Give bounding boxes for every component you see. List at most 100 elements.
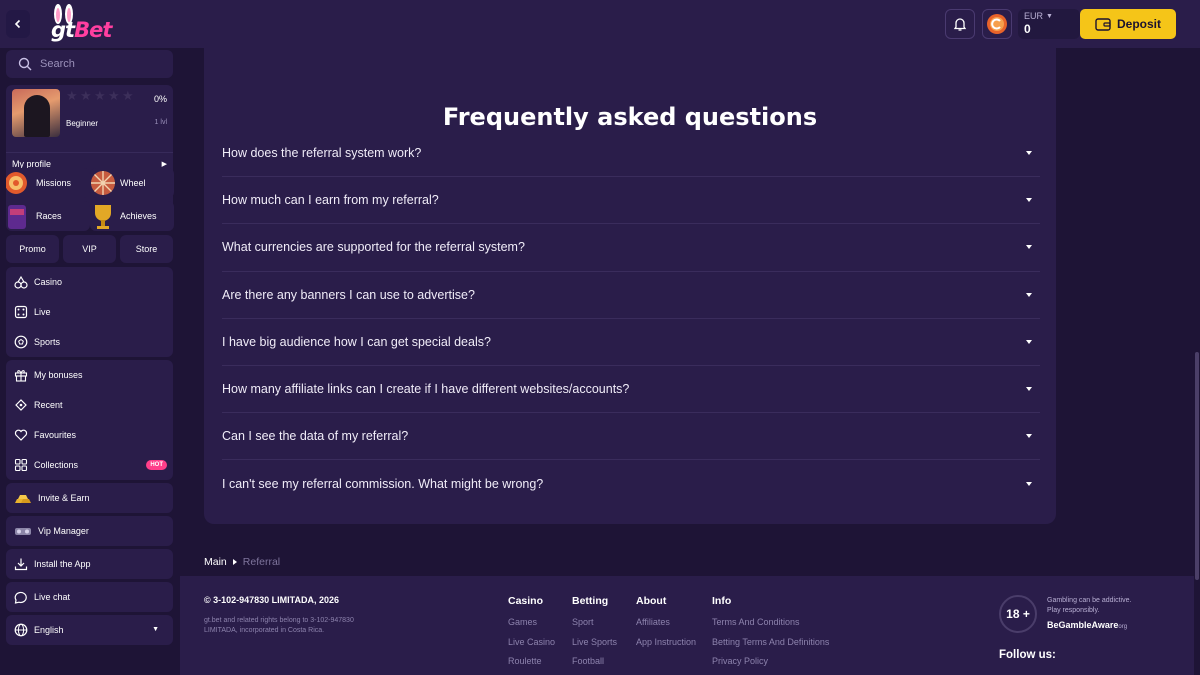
tile-label: Races <box>36 211 62 221</box>
follow-us-label: Follow us: <box>999 649 1056 661</box>
vip-manager-item[interactable]: Vip Manager <box>6 516 173 546</box>
breadcrumb-main-link[interactable]: Main <box>204 556 227 568</box>
chat-bubble-icon <box>14 591 27 604</box>
faq-panel: Frequently asked questions How does the … <box>204 48 1056 524</box>
notifications-button[interactable] <box>945 9 975 39</box>
sidebar-item-label: My bonuses <box>34 370 83 380</box>
gambling-warning-line1: Gambling can be addictive. <box>1047 597 1132 604</box>
tile-missions[interactable]: Missions <box>6 168 90 198</box>
footer-link[interactable]: Affiliates <box>636 617 696 637</box>
faq-item[interactable]: Are there any banners I can use to adver… <box>222 272 1040 319</box>
scrollbar-thumb[interactable] <box>1195 352 1199 580</box>
footer-link[interactable]: Terms And Conditions <box>712 617 829 637</box>
wallet-balance[interactable]: EUR ▼ 0 <box>1018 9 1080 39</box>
legal-text: gt.bet and related rights belong to 3-10… <box>204 617 354 634</box>
sidebar-item-label: Collections <box>34 460 79 470</box>
footer-link[interactable]: Roulette <box>508 656 555 675</box>
heart-icon <box>14 429 28 441</box>
sidebar-item-sports[interactable]: Sports <box>6 327 173 357</box>
footer-link[interactable]: Games <box>508 617 555 637</box>
tile-races[interactable]: Races <box>6 201 90 231</box>
back-button[interactable] <box>6 10 30 38</box>
sidebar-item-label: Sports <box>34 337 61 347</box>
tile-achieves[interactable]: Achieves <box>90 201 174 231</box>
promo-button[interactable]: Promo <box>6 235 59 263</box>
sidebar-item-label: Recent <box>34 400 63 410</box>
rank-stars: ★ ★ ★ ★ ★ <box>66 89 135 102</box>
faq-item[interactable]: How does the referral system work? <box>222 130 1040 178</box>
faq-item[interactable]: What currencies are supported for the re… <box>222 224 1040 272</box>
caret-down-icon <box>1026 434 1032 439</box>
soccer-ball-icon <box>14 335 28 349</box>
footer-link[interactable]: Betting Terms And Definitions <box>712 637 829 657</box>
balance-value: 0 <box>1024 22 1031 36</box>
chevron-right-icon: ▶ <box>161 160 167 168</box>
rank-level: 1 lvl <box>154 119 167 126</box>
sidebar-item-recent[interactable]: Recent <box>6 390 173 420</box>
live-chat-label: Live chat <box>34 592 71 602</box>
faq-list: How does the referral system work? How m… <box>222 130 1040 508</box>
footer-link[interactable]: Privacy Policy <box>712 656 829 675</box>
footer-column-info: Info Terms And Conditions Betting Terms … <box>712 595 829 675</box>
deposit-button[interactable]: Deposit <box>1080 9 1176 39</box>
faq-question: I have big audience how I can get specia… <box>222 334 491 349</box>
avatar[interactable] <box>12 89 60 137</box>
faq-item[interactable]: Can I see the data of my referral? <box>222 413 1040 461</box>
caret-down-icon <box>1026 245 1032 250</box>
sidebar-item-collections[interactable]: Collections HOT <box>6 450 173 480</box>
gold-bars-icon <box>15 495 31 503</box>
store-button[interactable]: Store <box>120 235 173 263</box>
vip-button[interactable]: VIP <box>63 235 116 263</box>
live-chat-item[interactable]: Live chat <box>6 582 173 612</box>
begambleaware-org: org <box>1118 624 1128 630</box>
sidebar-item-casino[interactable]: Casino <box>6 267 173 297</box>
caret-down-icon <box>1026 151 1032 156</box>
breadcrumb-separator-icon <box>232 559 237 565</box>
footer-link[interactable]: Live Sports <box>572 637 617 657</box>
language-label: English <box>34 625 64 635</box>
search-input[interactable]: Search <box>6 50 173 78</box>
gift-icon <box>14 370 28 382</box>
faq-question: How many affiliate links can I create if… <box>222 382 630 397</box>
caret-down-icon <box>1026 387 1032 392</box>
install-app-item[interactable]: Install the App <box>6 549 173 579</box>
language-selector[interactable]: English ▼ <box>6 615 173 645</box>
grid-icon <box>14 458 28 472</box>
tile-label: Missions <box>36 178 72 188</box>
vip-manager-icon <box>15 528 31 535</box>
tile-label: Wheel <box>120 178 146 188</box>
races-flag-icon <box>8 205 26 229</box>
footer-link[interactable]: Football <box>572 656 617 675</box>
star-icon: ★ <box>122 88 134 103</box>
hot-badge: HOT <box>146 460 167 470</box>
sidebar-item-label: Live <box>34 307 51 317</box>
currency-label: EUR <box>1024 11 1044 21</box>
breadcrumb: Main Referral <box>204 556 280 568</box>
store-label: Store <box>135 244 158 254</box>
faq-question: Can I see the data of my referral? <box>222 429 409 444</box>
gtbet-logo[interactable]: gtBet <box>48 4 122 46</box>
rank-button[interactable] <box>982 9 1012 39</box>
begambleaware-link[interactable]: BeGambleAwareorg <box>1047 620 1127 630</box>
faq-item[interactable]: I have big audience how I can get specia… <box>222 319 1040 366</box>
caret-down-icon <box>1026 339 1032 344</box>
footer-column-title: Info <box>712 595 732 607</box>
sidebar-item-favourites[interactable]: Favourites <box>6 420 173 450</box>
deposit-label: Deposit <box>1116 17 1161 31</box>
footer-link[interactable]: Live Casino <box>508 637 555 657</box>
sidebar-item-my-bonuses[interactable]: My bonuses <box>6 360 173 390</box>
tile-wheel[interactable]: Wheel <box>90 168 174 198</box>
faq-item[interactable]: How many affiliate links can I create if… <box>222 366 1040 414</box>
gambling-warning: Gambling can be addictive. Play responsi… <box>1047 596 1131 616</box>
sidebar-item-label: Favourites <box>34 430 77 440</box>
invite-earn-item[interactable]: Invite & Earn <box>6 483 173 513</box>
faq-item[interactable]: I can't see my referral commission. What… <box>222 460 1040 507</box>
age-restriction-badge: 18 + <box>999 595 1037 633</box>
faq-item[interactable]: How much can I earn from my referral? <box>222 177 1040 225</box>
copyright-text: © 3-102-947830 LIMITADA, 2026 <box>204 595 340 605</box>
footer-link[interactable]: Sport <box>572 617 617 637</box>
footer-link[interactable]: App Instruction <box>636 637 696 657</box>
sidebar-item-live[interactable]: Live <box>6 297 173 327</box>
faq-question: I can't see my referral commission. What… <box>222 476 544 491</box>
footer-column-casino: Casino Games Live Casino Roulette <box>508 595 555 675</box>
